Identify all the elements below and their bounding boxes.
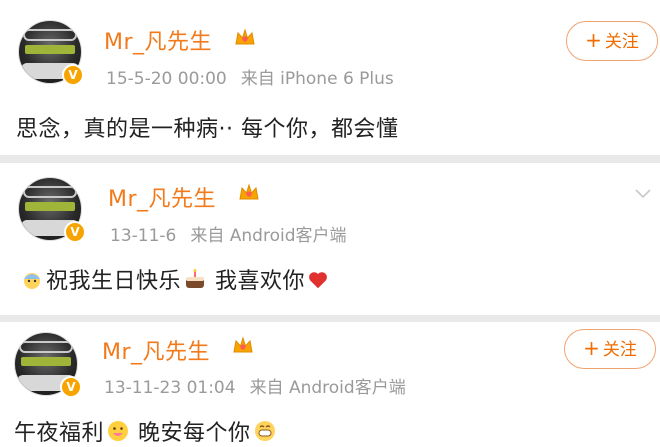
username[interactable]: Mr_凡先生 — [102, 334, 210, 366]
avatar-image-detail — [23, 29, 77, 41]
post-time[interactable]: 15-5-20 00:00 — [106, 69, 227, 89]
crown-icon — [235, 28, 255, 45]
post-text-part: 晚安每个你 — [138, 421, 251, 446]
post-time[interactable]: 13-11-23 01:04 — [104, 378, 236, 398]
follow-label: 关注 — [602, 340, 637, 360]
post-time[interactable]: 13-11-6 — [110, 226, 176, 246]
baby-emoji-icon — [24, 273, 40, 289]
plus-icon: + — [585, 28, 602, 52]
post-text-part: 午夜福利 — [14, 421, 105, 446]
verified-badge-icon: V — [62, 64, 84, 86]
post-separator — [0, 315, 660, 322]
post-text: 午夜福利 晚安每个你 — [14, 415, 279, 447]
post-text: 祝我生日快乐 我喜欢你 — [18, 263, 331, 295]
username[interactable]: Mr_凡先生 — [108, 181, 216, 213]
post-text-part: 我喜欢你 — [215, 269, 306, 294]
heart-emoji-icon — [309, 272, 327, 289]
drool-emoji-icon — [108, 421, 129, 441]
grin-emoji-icon — [254, 421, 275, 441]
plus-icon: + — [583, 336, 600, 360]
verified-badge-icon: V — [64, 221, 86, 243]
avatar-image-detail — [25, 202, 75, 211]
post-meta: 13-11-6 来自 Android客户端 — [110, 221, 349, 246]
follow-label: 关注 — [604, 32, 639, 52]
crown-icon — [239, 183, 259, 200]
username[interactable]: Mr_凡先生 — [104, 24, 212, 56]
post-source: 来自 iPhone 6 Plus — [240, 69, 394, 89]
follow-button[interactable]: + 关注 — [566, 21, 658, 61]
avatar-image-detail — [21, 357, 71, 366]
post-separator — [0, 155, 660, 163]
post-meta: 13-11-23 01:04 来自 Android客户端 — [104, 373, 408, 398]
avatar-image-detail — [23, 186, 77, 198]
crown-icon — [233, 336, 253, 353]
follow-button[interactable]: + 关注 — [564, 329, 656, 369]
weibo-post-3: V Mr_凡先生 13-11-23 01:04 来自 Android客户端 + 关注… — [0, 322, 660, 447]
avatar-image-detail — [25, 45, 75, 54]
post-meta: 15-5-20 00:00 来自 iPhone 6 Plus — [106, 64, 396, 89]
post-text-part: 祝我生日快乐 — [46, 269, 182, 294]
verified-badge-icon: V — [60, 376, 82, 398]
post-source: 来自 Android客户端 — [190, 226, 347, 246]
avatar-image-detail — [19, 341, 73, 353]
chevron-down-icon[interactable] — [634, 185, 652, 203]
weibo-post-1: V Mr_凡先生 15-5-20 00:00 来自 iPhone 6 Plus +… — [0, 0, 660, 155]
weibo-post-2: V Mr_凡先生 13-11-6 来自 Android客户端 祝我生日快乐 我喜欢… — [0, 163, 660, 315]
post-source: 来自 Android客户端 — [249, 378, 406, 398]
cake-emoji-icon — [186, 269, 205, 288]
post-text: 思念，真的是一种病·· 每个你，都会懂 — [16, 117, 399, 142]
